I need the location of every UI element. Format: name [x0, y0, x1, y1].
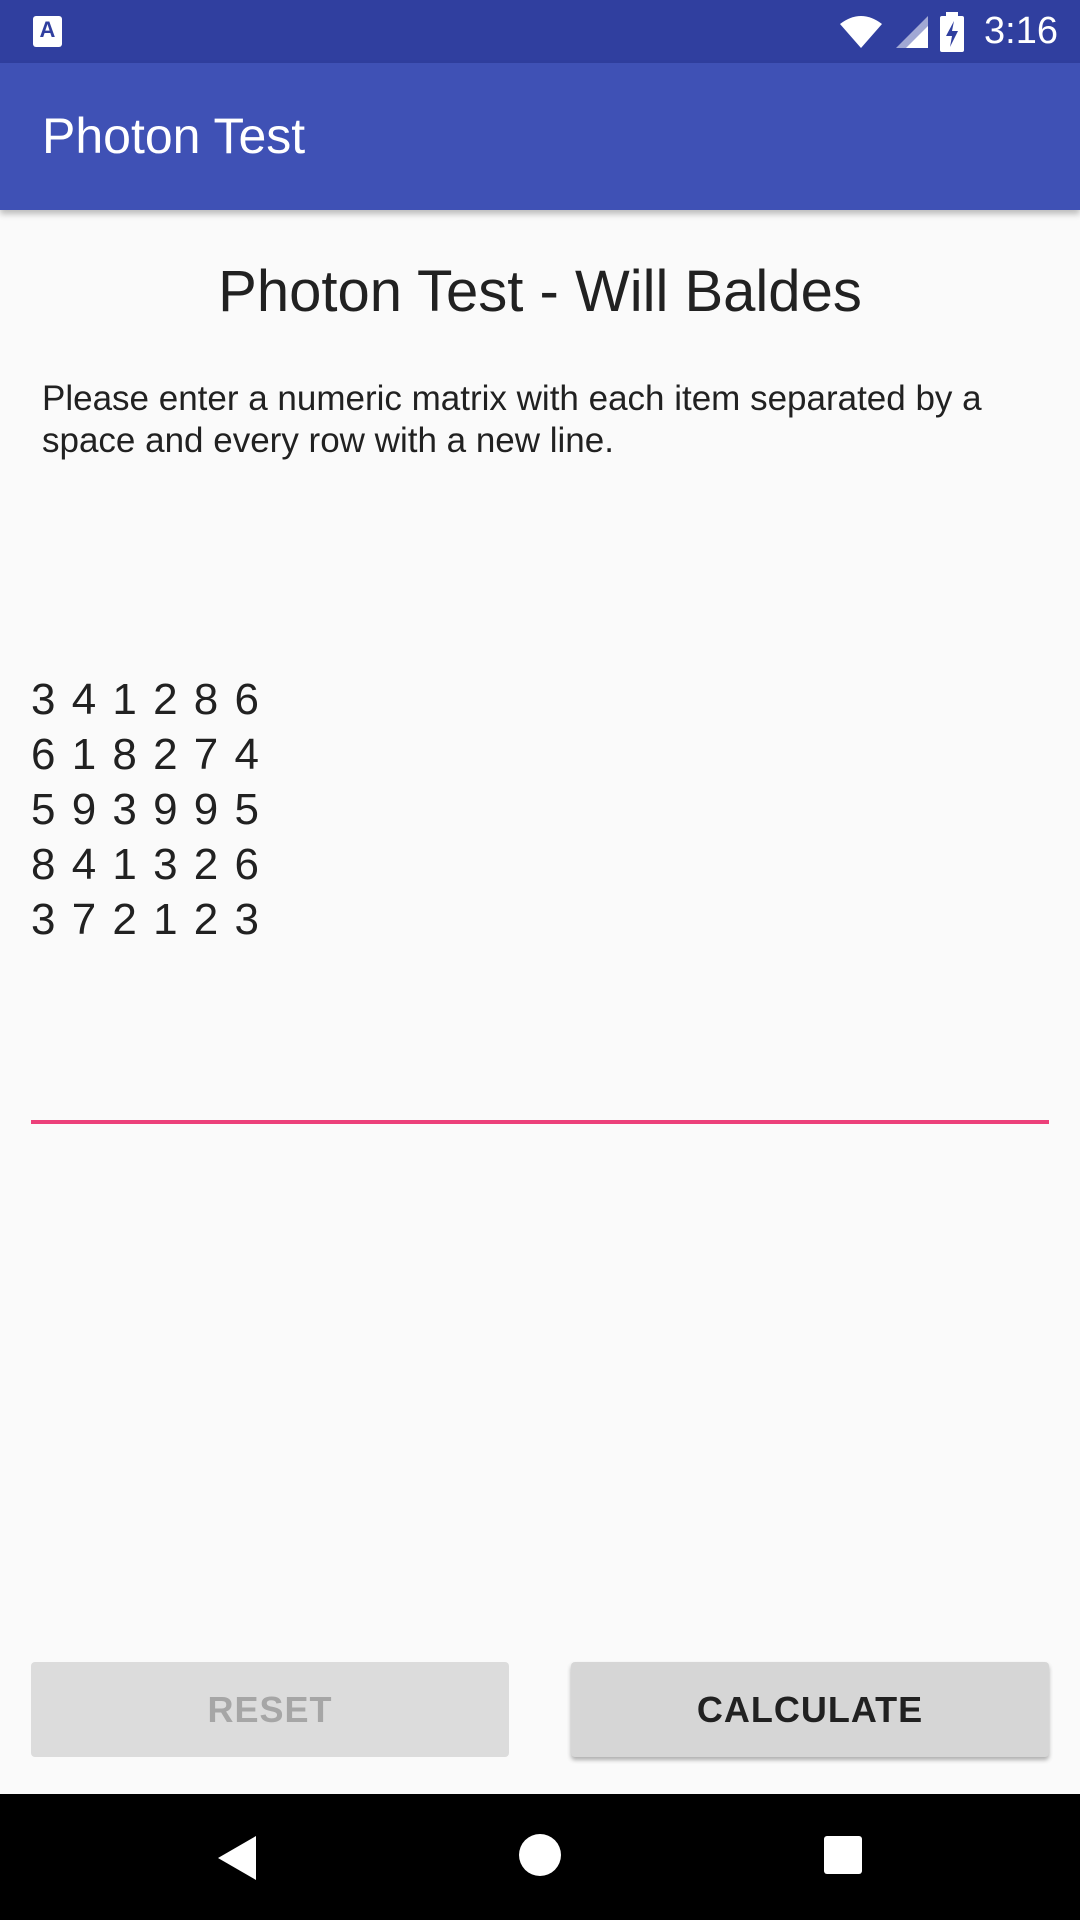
navigation-bar	[0, 1794, 1080, 1920]
matrix-row: 5 9 3 9 9 5	[31, 785, 261, 834]
status-icons: 3:16	[838, 0, 1058, 63]
matrix-row: 3 4 1 2 8 6	[31, 675, 261, 724]
calculate-button[interactable]: CALCULATE	[571, 1662, 1049, 1757]
status-bar: A 3:16	[0, 0, 1080, 63]
reset-button[interactable]: RESET	[31, 1662, 509, 1757]
battery-charging-icon	[940, 11, 965, 52]
screen: A 3:16 Photon Test Photon Test - Will Ba…	[0, 0, 1080, 1920]
app-bar: Photon Test	[0, 63, 1080, 210]
cell-signal-icon	[896, 15, 929, 48]
keyboard-a-icon: A	[33, 16, 62, 47]
matrix-row: 6 1 8 2 7 4	[31, 730, 261, 779]
back-icon[interactable]	[218, 1836, 256, 1880]
matrix-row: 3 7 2 1 2 3	[31, 895, 261, 944]
matrix-row: 8 4 1 3 2 6	[31, 840, 261, 889]
recents-icon[interactable]	[824, 1836, 862, 1874]
instructions-text: Please enter a numeric matrix with each …	[42, 379, 982, 460]
app-bar-title: Photon Test	[42, 108, 306, 164]
home-icon[interactable]	[519, 1834, 561, 1876]
matrix-input[interactable]: 3 4 1 2 8 6 6 1 8 2 7 4 5 9 3 9 9 5 8 4 …	[31, 672, 1049, 1124]
status-time: 3:16	[984, 10, 1058, 52]
wifi-icon	[840, 15, 883, 48]
page-heading: Photon Test - Will Baldes	[218, 259, 862, 324]
